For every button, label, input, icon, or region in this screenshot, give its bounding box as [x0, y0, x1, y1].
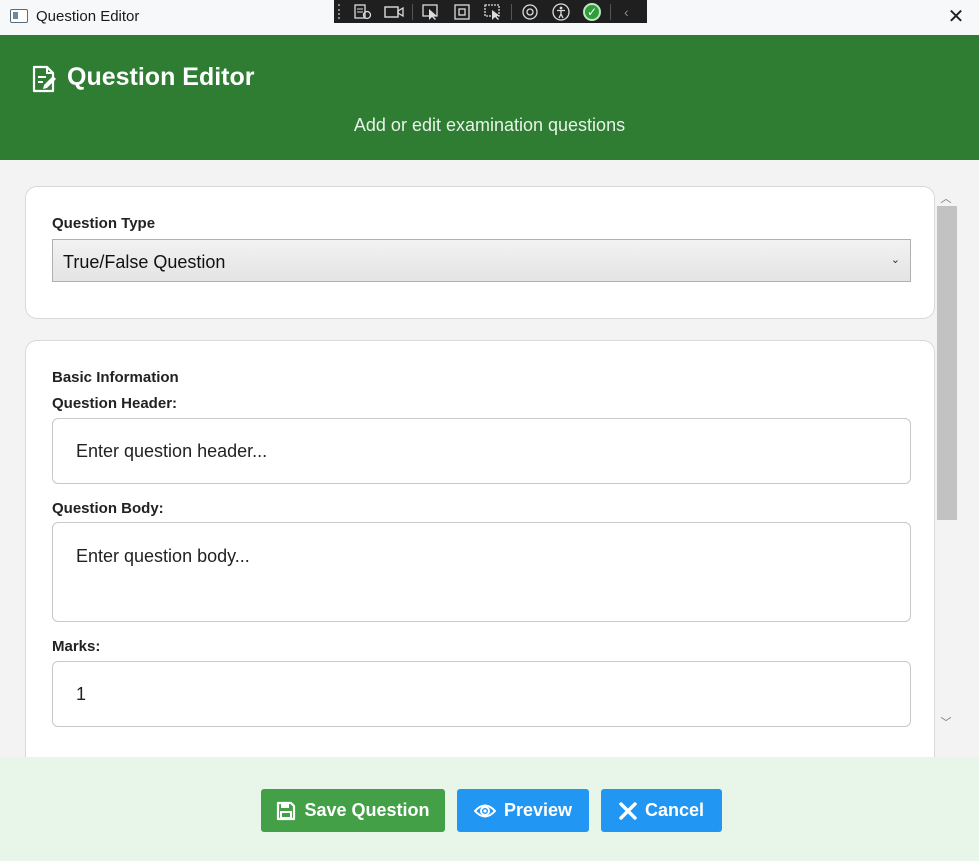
accessibility-icon[interactable]: [548, 1, 574, 22]
save-icon: [277, 801, 296, 820]
marks-label: Marks:: [52, 638, 101, 655]
app-icon: [10, 9, 28, 23]
question-header-label: Question Header:: [52, 395, 178, 412]
collapse-icon[interactable]: ‹: [624, 4, 629, 20]
page-subtitle: Add or edit examination questions: [353, 115, 626, 135]
question-header-input[interactable]: Enter question header...: [52, 418, 911, 484]
question-type-value: True/False Question: [63, 252, 226, 272]
marks-input[interactable]: 1: [52, 661, 911, 727]
question-header-placeholder: Enter question header...: [76, 441, 268, 461]
layout-icon[interactable]: [517, 1, 543, 22]
question-body-label: Question Body:: [52, 500, 164, 517]
toolbar-grip-icon[interactable]: [338, 4, 344, 19]
pointer-icon[interactable]: [418, 1, 444, 22]
cancel-label: Cancel: [644, 800, 705, 820]
close-button[interactable]: ✕: [943, 4, 969, 30]
debug-toolbar: ✓ ‹: [334, 0, 647, 23]
preview-label: Preview: [503, 800, 573, 820]
question-body-input[interactable]: Enter question body...: [52, 522, 911, 622]
scroll-content[interactable]: Question Type True/False Question ⌄ Basi…: [0, 160, 979, 757]
toolbar-separator: [511, 3, 512, 20]
eye-icon: [473, 804, 496, 817]
preview-button[interactable]: Preview: [457, 789, 589, 832]
page-header: Question Editor Add or edit examination …: [0, 35, 979, 160]
edit-document-icon: [32, 65, 56, 93]
marks-value: 1: [76, 684, 87, 704]
cancel-button[interactable]: Cancel: [601, 789, 722, 832]
scroll-down-icon[interactable]: ﹀: [937, 714, 955, 729]
select-element-icon[interactable]: [350, 1, 376, 22]
basic-information-card: Basic Information Question Header: Enter…: [25, 340, 935, 757]
page-title: Question Editor: [67, 63, 255, 91]
save-question-button[interactable]: Save Question: [261, 789, 445, 832]
chevron-down-icon: ⌄: [890, 254, 900, 266]
toolbar-separator: [412, 3, 413, 20]
save-question-label: Save Question: [304, 800, 430, 820]
question-type-select[interactable]: True/False Question ⌄: [52, 239, 911, 282]
question-type-card: Question Type True/False Question ⌄: [25, 186, 935, 319]
screen-pointer-icon[interactable]: [480, 1, 506, 22]
question-body-placeholder: Enter question body...: [76, 546, 250, 566]
question-editor-window: Question Editor ✕ ✓ ‹ Question Editor Ad…: [0, 0, 979, 861]
close-icon: [619, 801, 637, 820]
question-type-label: Question Type: [52, 215, 156, 232]
record-icon[interactable]: [381, 1, 407, 22]
section-title: Basic Information: [52, 369, 179, 386]
action-footer: Save Question Preview Cancel: [0, 757, 979, 861]
check-icon[interactable]: ✓: [579, 1, 605, 22]
scroll-up-icon[interactable]: ︿: [937, 190, 955, 205]
toolbar-separator: [610, 3, 611, 20]
scrollbar-thumb[interactable]: [937, 206, 957, 520]
frame-icon[interactable]: [449, 1, 475, 22]
window-title: Question Editor: [36, 8, 140, 25]
